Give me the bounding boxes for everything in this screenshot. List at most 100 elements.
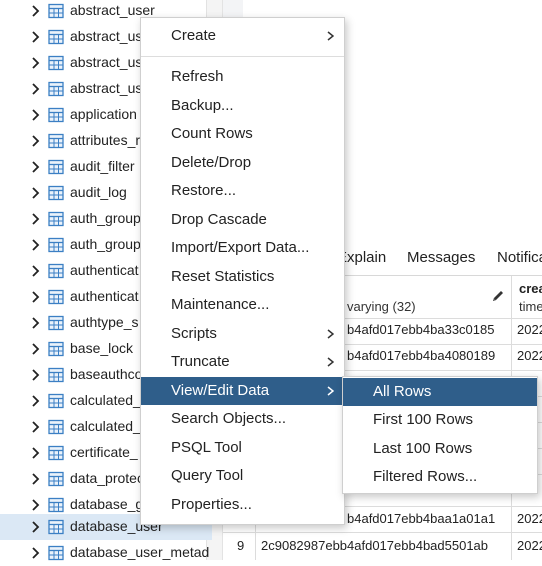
chevron-right-icon[interactable] — [30, 31, 41, 43]
menu-item-restore[interactable]: Restore... — [141, 177, 344, 205]
menu-item-view-edit-data[interactable]: View/Edit Data — [141, 377, 344, 405]
table-icon — [48, 185, 64, 201]
chevron-right-icon[interactable] — [30, 473, 41, 485]
chevron-right-icon[interactable] — [30, 161, 41, 173]
submenu-item-first-100-rows[interactable]: First 100 Rows — [343, 406, 537, 434]
chevron-right-icon[interactable] — [30, 57, 41, 69]
chevron-right-icon[interactable] — [30, 317, 41, 329]
menu-item-scripts[interactable]: Scripts — [141, 320, 344, 348]
column-name-label: crea — [519, 281, 542, 296]
menu-item-create[interactable]: Create — [141, 22, 344, 50]
chevron-right-icon[interactable] — [30, 447, 41, 459]
grid-cell[interactable]: 2c9082987ebb4afd017ebb4bad5501ab — [261, 538, 509, 553]
menu-item-label: Delete/Drop — [171, 154, 252, 171]
grid-cell[interactable]: 2022 — [517, 511, 542, 526]
menu-item-query-tool[interactable]: Query Tool — [141, 462, 344, 490]
menu-item-label: Refresh — [171, 68, 224, 85]
tab-messages[interactable]: Messages — [407, 249, 475, 266]
tree-item[interactable]: database_user_metad — [0, 540, 212, 566]
grid-cell[interactable]: 2022 — [517, 538, 542, 553]
tree-item-label: attributes_r — [70, 132, 141, 148]
menu-item-label: Properties... — [171, 496, 252, 513]
chevron-right-icon[interactable] — [30, 83, 41, 95]
table-icon — [48, 81, 64, 97]
view-edit-data-submenu: All Rows First 100 Rows Last 100 Rows Fi… — [342, 376, 538, 494]
chevron-right-icon[interactable] — [30, 135, 41, 147]
table-icon — [48, 519, 64, 535]
table-icon — [48, 471, 64, 487]
menu-item-label: Backup... — [171, 97, 234, 114]
menu-item-label: Truncate — [171, 353, 230, 370]
pencil-icon[interactable] — [491, 289, 505, 303]
tree-item-label: baseauthco — [70, 366, 143, 382]
tree-item-label: abstract_us — [70, 54, 143, 70]
table-icon — [48, 107, 64, 123]
grid-cell[interactable]: b4afd017ebb4baa1a01a1 — [347, 511, 509, 526]
tree-item-label: abstract_us — [70, 80, 143, 96]
submenu-item-label: Last 100 Rows — [373, 440, 473, 457]
grid-cell[interactable]: b4afd017ebb4ba4080189 — [347, 348, 509, 363]
grid-cell[interactable]: 2022 — [517, 348, 542, 363]
tree-item-label: authenticat — [70, 288, 139, 304]
tree-item-label: authenticat — [70, 262, 139, 278]
chevron-right-icon[interactable] — [30, 187, 41, 199]
chevron-right-icon[interactable] — [30, 109, 41, 121]
menu-item-label: Import/Export Data... — [171, 239, 310, 256]
menu-item-truncate[interactable]: Truncate — [141, 348, 344, 376]
chevron-right-icon[interactable] — [30, 547, 41, 559]
tree-item-label: abstract_us — [70, 28, 143, 44]
table-icon — [48, 497, 64, 513]
table-icon — [48, 315, 64, 331]
chevron-right-icon[interactable] — [30, 239, 41, 251]
menu-item-label: Search Objects... — [171, 410, 287, 427]
context-menu: Create Refresh Backup... Count Rows Dele… — [140, 17, 345, 525]
caret-right-icon — [327, 31, 334, 41]
menu-item-label: Drop Cascade — [171, 211, 267, 228]
menu-item-import-export[interactable]: Import/Export Data... — [141, 234, 344, 262]
grid-cell[interactable]: 2022 — [517, 322, 542, 337]
menu-item-delete-drop[interactable]: Delete/Drop — [141, 149, 344, 177]
menu-item-label: Maintenance... — [171, 296, 270, 313]
tree-item-label: data_protec — [70, 470, 144, 486]
menu-separator — [141, 56, 344, 57]
tab-notifications[interactable]: Notifica — [497, 249, 542, 266]
chevron-right-icon[interactable] — [30, 343, 41, 355]
chevron-right-icon[interactable] — [30, 265, 41, 277]
menu-item-label: Restore... — [171, 182, 237, 199]
menu-item-psql-tool[interactable]: PSQL Tool — [141, 434, 344, 462]
chevron-right-icon[interactable] — [30, 395, 41, 407]
chevron-right-icon[interactable] — [30, 291, 41, 303]
menu-item-label: Scripts — [171, 325, 217, 342]
column-type-label: varying (32) — [347, 299, 416, 314]
chevron-right-icon[interactable] — [30, 421, 41, 433]
tree-item-label: auth_group — [70, 236, 141, 252]
table-icon — [48, 367, 64, 383]
tree-item-label: audit_log — [70, 184, 127, 200]
menu-item-backup[interactable]: Backup... — [141, 92, 344, 120]
chevron-right-icon[interactable] — [30, 5, 41, 17]
menu-item-refresh[interactable]: Refresh — [141, 63, 344, 91]
submenu-item-filtered-rows[interactable]: Filtered Rows... — [343, 463, 537, 491]
chevron-right-icon[interactable] — [30, 213, 41, 225]
menu-item-drop-cascade[interactable]: Drop Cascade — [141, 206, 344, 234]
submenu-item-all-rows[interactable]: All Rows — [343, 378, 537, 406]
menu-item-properties[interactable]: Properties... — [141, 491, 344, 519]
table-icon — [48, 545, 64, 561]
menu-item-label: Reset Statistics — [171, 268, 275, 285]
table-icon — [48, 419, 64, 435]
grid-cell[interactable]: b4afd017ebb4ba33c0185 — [347, 322, 509, 337]
tree-item-label: certificate_ — [70, 444, 138, 460]
menu-item-count-rows[interactable]: Count Rows — [141, 120, 344, 148]
menu-item-search-objects[interactable]: Search Objects... — [141, 405, 344, 433]
submenu-item-label: All Rows — [373, 383, 432, 400]
submenu-item-last-100-rows[interactable]: Last 100 Rows — [343, 435, 537, 463]
chevron-right-icon[interactable] — [30, 499, 41, 511]
menu-item-reset-statistics[interactable]: Reset Statistics — [141, 263, 344, 291]
tree-item-label: authtype_s — [70, 314, 139, 330]
chevron-right-icon[interactable] — [30, 521, 41, 533]
chevron-right-icon[interactable] — [30, 369, 41, 381]
submenu-item-label: First 100 Rows — [373, 411, 474, 428]
menu-item-maintenance[interactable]: Maintenance... — [141, 291, 344, 319]
table-icon — [48, 393, 64, 409]
menu-item-label: Query Tool — [171, 467, 244, 484]
